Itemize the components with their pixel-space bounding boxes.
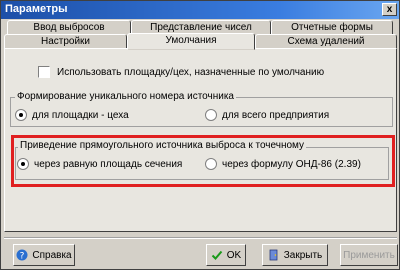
tab-defaults[interactable]: Умолчания [127,33,255,50]
help-button-label: Справка [32,249,72,261]
default-area-label: Использовать площадку/цех, назначенные п… [57,67,325,78]
radio-per-area-workshop-label: для площадки - цеха [32,110,129,121]
radio-ond86-formula-label: через формулу ОНД-86 (2.39) [222,159,361,170]
close-button[interactable]: Закрыть [262,244,328,266]
checkmark-icon [211,250,223,260]
door-exit-icon [269,249,278,261]
radio-equal-section-area[interactable] [17,158,29,170]
ok-button[interactable]: OK [206,244,246,266]
dialog-window: Параметры x Ввод выбросов Представление … [0,0,400,270]
apply-button[interactable]: Применить [340,244,398,266]
radio-whole-enterprise[interactable] [205,109,217,121]
close-button-label: Закрыть [283,249,323,261]
apply-button-label: Применить [343,249,395,261]
radio-per-area-workshop[interactable] [15,109,27,121]
radio-equal-section-area-label: через равную площадь сечения [34,159,183,170]
close-window-button[interactable]: x [382,3,397,16]
title-bar: Параметры x [1,1,399,19]
divider [4,237,397,239]
help-icon: ? [16,249,28,261]
help-button[interactable]: ? Справка [13,244,75,266]
default-area-checkbox[interactable] [38,66,50,78]
radio-whole-enterprise-label: для всего предприятия [222,110,330,121]
ok-button-label: OK [226,249,242,261]
rect-to-point-group-title: Приведение прямоугольного источника выбр… [18,140,307,151]
window-title: Параметры [5,3,68,15]
id-formation-group-title: Формирование уникального номера источник… [15,91,236,102]
radio-ond86-formula[interactable] [205,158,217,170]
svg-text:?: ? [20,252,25,262]
